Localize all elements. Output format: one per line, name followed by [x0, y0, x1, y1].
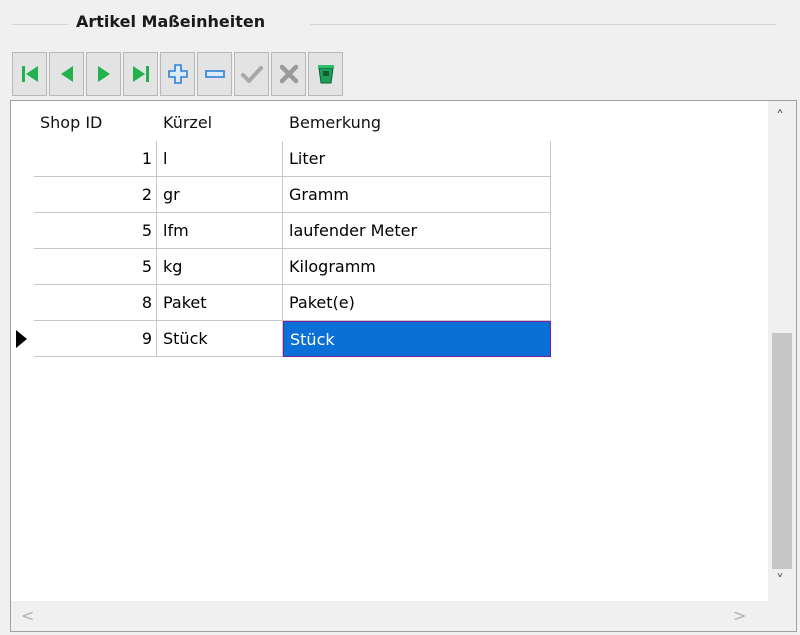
column-header-bemerkung[interactable]: Bemerkung	[283, 105, 551, 141]
prev-record-button[interactable]	[49, 52, 84, 96]
first-record-icon	[19, 63, 41, 85]
scroll-right-icon[interactable]: >	[733, 606, 746, 625]
cancel-x-icon	[278, 63, 300, 85]
refresh-bucket-icon	[315, 62, 337, 86]
groupbox-border-right	[310, 24, 776, 25]
cell-kuerzel[interactable]: gr	[157, 177, 283, 213]
scroll-down-icon[interactable]: ˅	[776, 571, 784, 590]
first-record-button[interactable]	[12, 52, 47, 96]
vertical-scrollbar[interactable]: ˄ ˅	[768, 101, 796, 631]
cell-bemerkung-selected[interactable]: Stück	[283, 321, 551, 357]
last-record-button[interactable]	[123, 52, 158, 96]
cell-bemerkung[interactable]: Kilogramm	[283, 249, 551, 285]
cell-shop-id[interactable]: 5	[34, 213, 157, 249]
cell-shop-id[interactable]: 9	[34, 321, 157, 357]
refresh-button[interactable]	[308, 52, 343, 96]
groupbox-border-left	[12, 24, 68, 25]
cell-kuerzel[interactable]: l	[157, 141, 283, 177]
delete-record-button[interactable]	[197, 52, 232, 96]
units-grid[interactable]: Shop ID Kürzel Bemerkung 1 l Liter 2 gr …	[10, 100, 797, 632]
cell-kuerzel[interactable]: kg	[157, 249, 283, 285]
current-row-indicator-icon	[16, 330, 27, 348]
minus-icon	[204, 63, 226, 85]
column-header-kuerzel[interactable]: Kürzel	[157, 105, 283, 141]
cell-bemerkung[interactable]: Gramm	[283, 177, 551, 213]
last-record-icon	[130, 63, 152, 85]
add-record-button[interactable]	[160, 52, 195, 96]
cell-shop-id[interactable]: 8	[34, 285, 157, 321]
next-record-button[interactable]	[86, 52, 121, 96]
post-edit-button[interactable]	[234, 52, 269, 96]
next-record-icon	[93, 63, 115, 85]
cell-shop-id[interactable]: 2	[34, 177, 157, 213]
cell-kuerzel[interactable]: Paket	[157, 285, 283, 321]
cell-bemerkung[interactable]: Paket(e)	[283, 285, 551, 321]
artikel-masseinheiten-panel: Artikel Maßeinheiten Shop ID Kürzel Beme…	[0, 0, 800, 635]
cell-kuerzel[interactable]: lfm	[157, 213, 283, 249]
cell-bemerkung[interactable]: Liter	[283, 141, 551, 177]
scroll-left-icon[interactable]: <	[21, 606, 34, 625]
groupbox-title: Artikel Maßeinheiten	[76, 12, 266, 31]
cell-kuerzel[interactable]: Stück	[157, 321, 283, 357]
plus-icon	[167, 63, 189, 85]
cell-shop-id[interactable]: 5	[34, 249, 157, 285]
horizontal-scrollbar[interactable]: < >	[11, 601, 768, 631]
check-icon	[240, 63, 264, 85]
scrollbar-corner	[768, 601, 796, 631]
cell-shop-id[interactable]: 1	[34, 141, 157, 177]
cancel-edit-button[interactable]	[271, 52, 306, 96]
prev-record-icon	[56, 63, 78, 85]
column-header-shop-id[interactable]: Shop ID	[34, 105, 156, 141]
cell-bemerkung[interactable]: laufender Meter	[283, 213, 551, 249]
scroll-up-icon[interactable]: ˄	[776, 107, 784, 126]
vertical-scroll-thumb[interactable]	[772, 333, 792, 569]
